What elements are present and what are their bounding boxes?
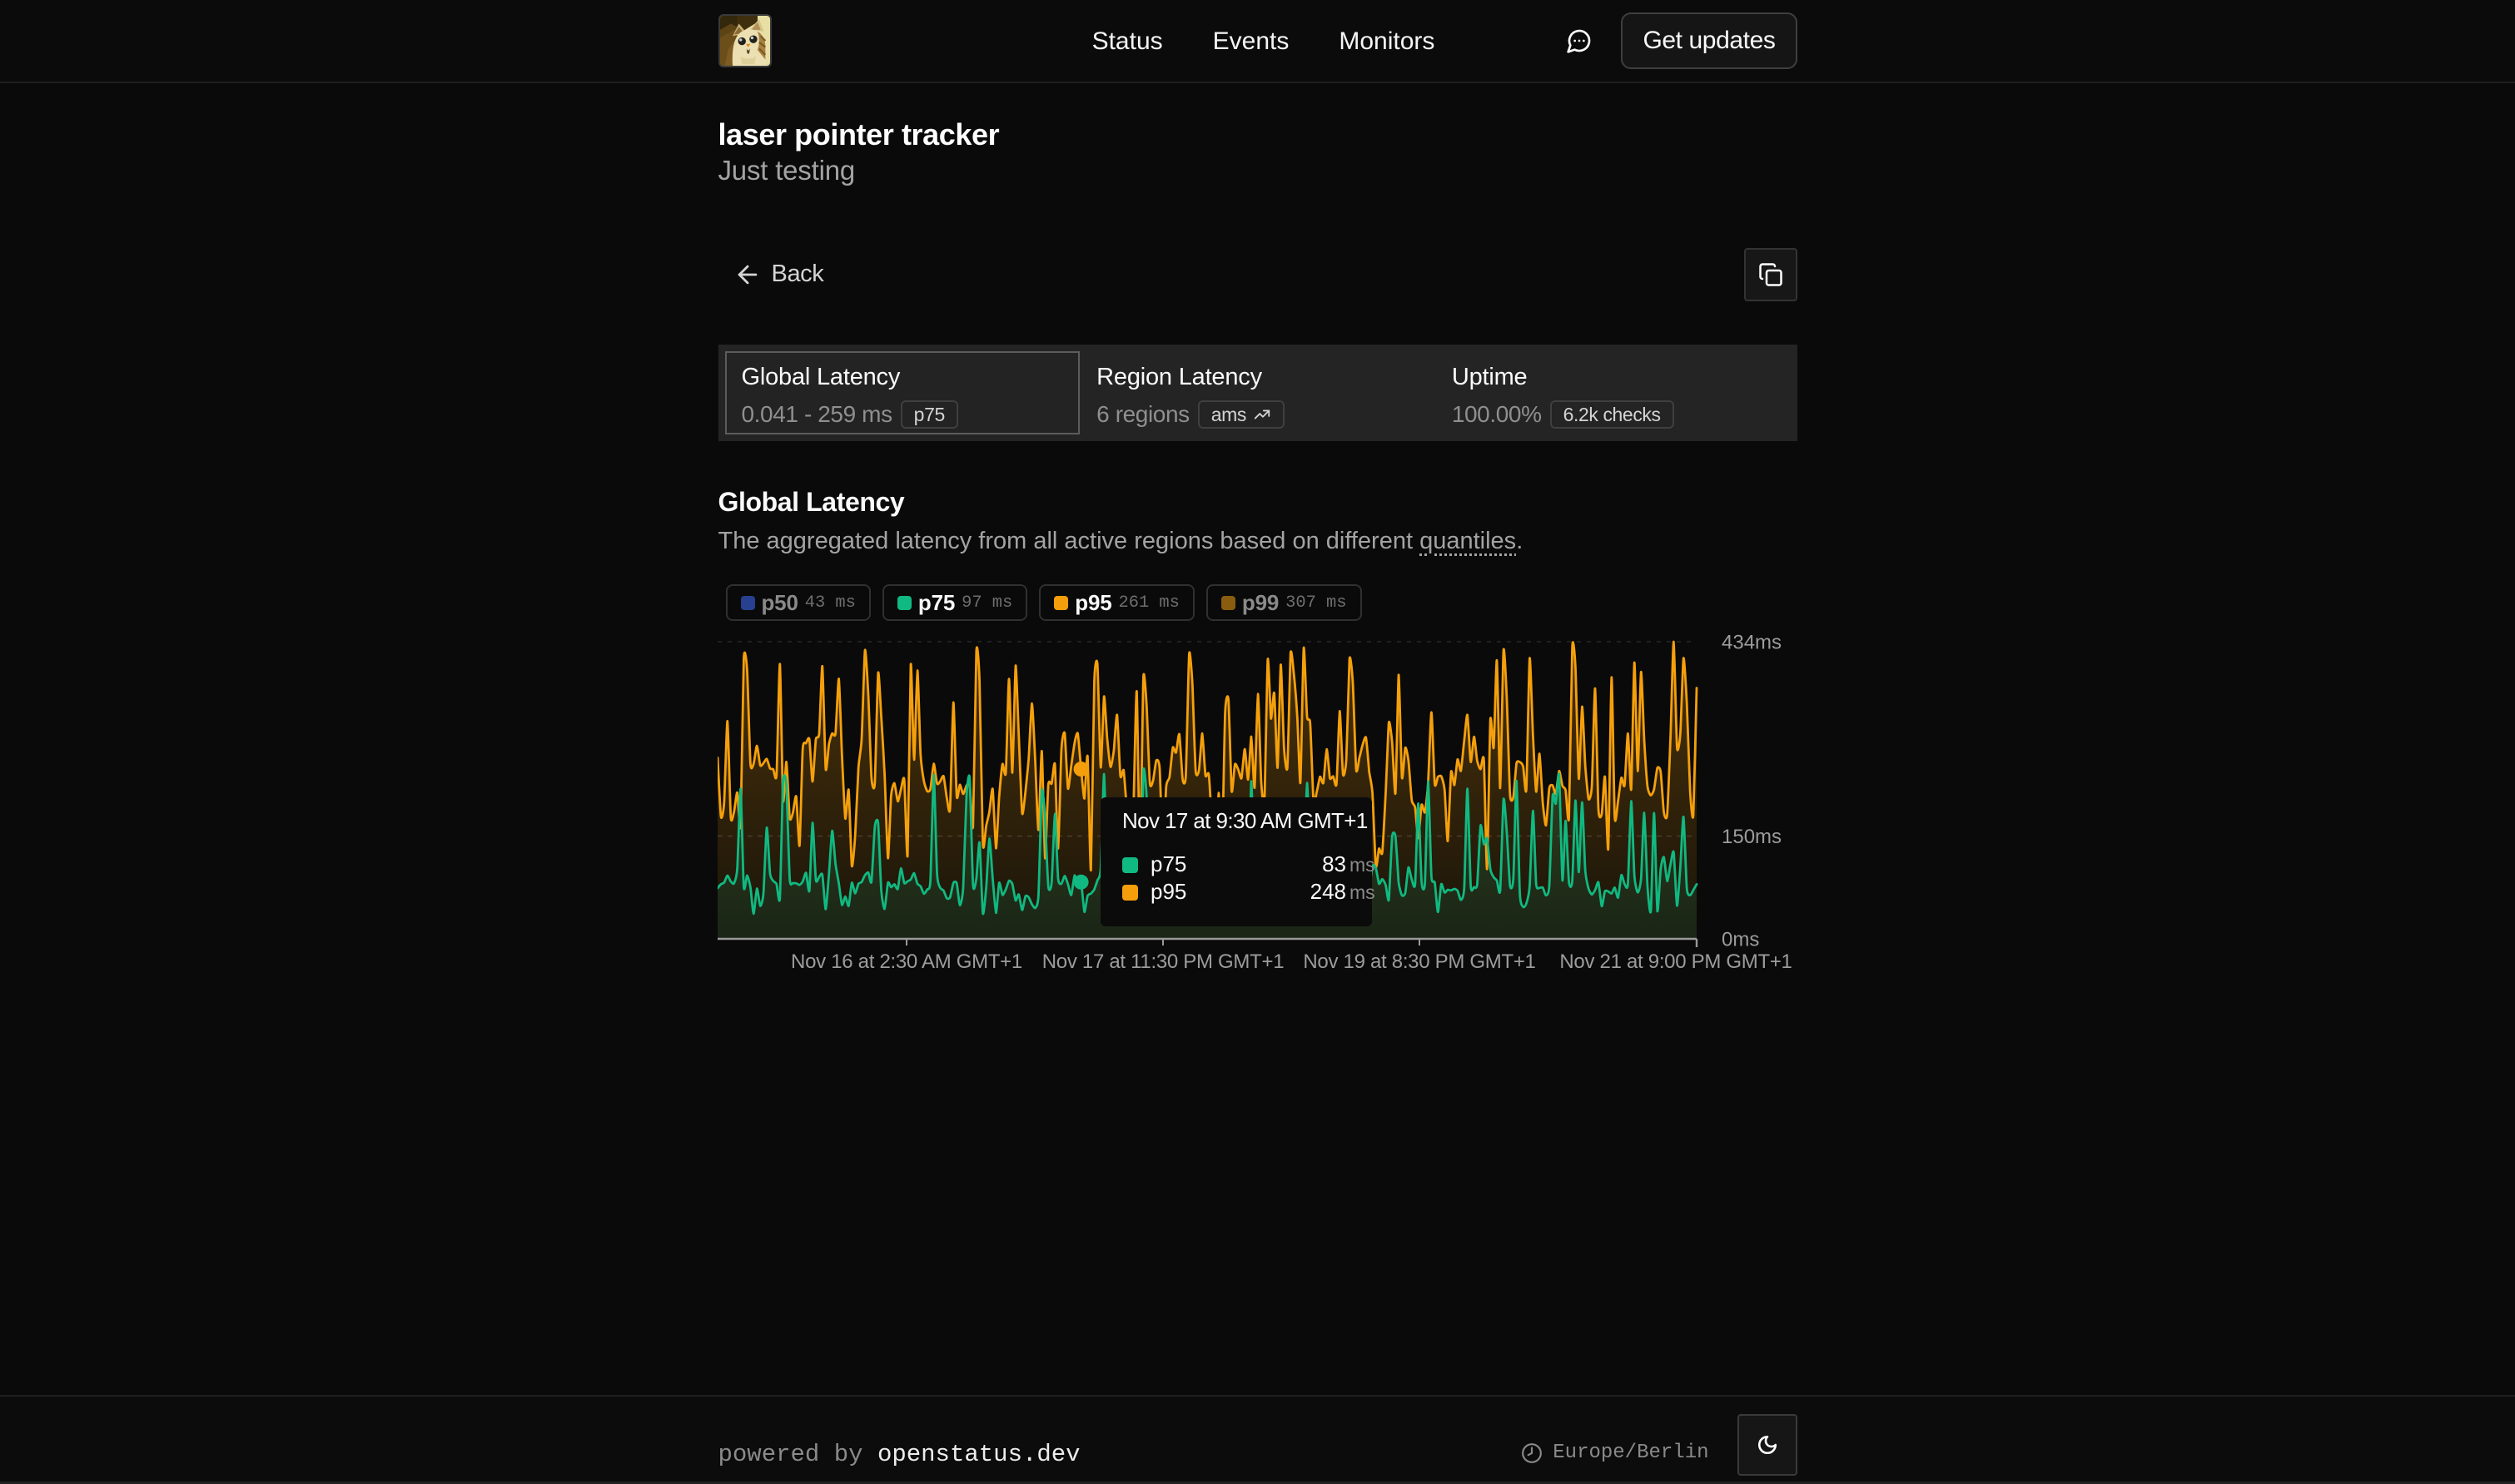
- svg-text:Nov 17 at 9:30 AM GMT+1: Nov 17 at 9:30 AM GMT+1: [1122, 808, 1368, 833]
- svg-text:Nov 19 at 8:30 PM GMT+1: Nov 19 at 8:30 PM GMT+1: [1303, 950, 1535, 973]
- svg-text:p95: p95: [1151, 879, 1186, 904]
- svg-text:ms: ms: [1349, 854, 1375, 876]
- svg-text:248: 248: [1310, 879, 1346, 904]
- svg-text:Nov 17 at 11:30 PM GMT+1: Nov 17 at 11:30 PM GMT+1: [1042, 950, 1285, 973]
- svg-text:0ms: 0ms: [1722, 928, 1759, 950]
- svg-text:434ms: 434ms: [1722, 631, 1782, 653]
- svg-text:83: 83: [1322, 851, 1346, 876]
- svg-text:150ms: 150ms: [1722, 826, 1782, 848]
- svg-text:Nov 16 at 2:30 AM GMT+1: Nov 16 at 2:30 AM GMT+1: [791, 950, 1022, 973]
- svg-text:p75: p75: [1151, 851, 1186, 876]
- svg-text:Nov 21 at 9:00 PM GMT+1: Nov 21 at 9:00 PM GMT+1: [1559, 950, 1792, 973]
- svg-text:ms: ms: [1349, 881, 1375, 903]
